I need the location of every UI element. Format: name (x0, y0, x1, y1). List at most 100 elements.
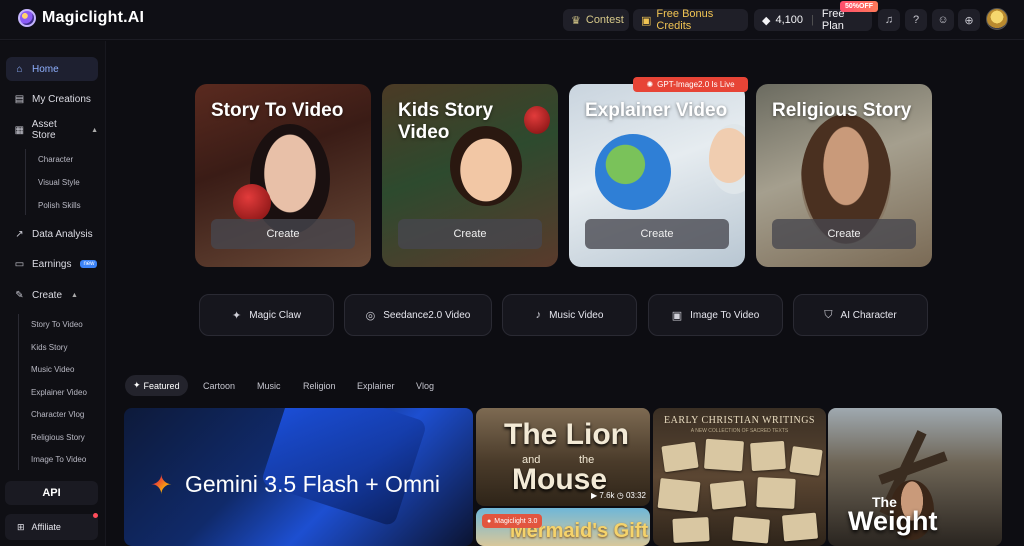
gpt-tag-label: GPT-Image2.0 Is Live (657, 80, 735, 89)
contest-label: Contest (585, 14, 624, 26)
hero-card-explainer-video[interactable]: Explainer Video Create (569, 84, 745, 267)
store-icon: ▦ (14, 124, 25, 136)
chart-icon: ↗ (15, 228, 24, 240)
sidebar-item-data-analysis[interactable]: ↗ Data Analysis (6, 222, 98, 246)
scroll-illustration (750, 440, 786, 472)
tool-label: Seedance2.0 Video (383, 309, 471, 321)
tool-label: Music Video (549, 309, 604, 321)
gallery-tile-lion-mouse[interactable]: The Lion and the Mouse ▶ 7.6k ◷ 03:32 (476, 408, 650, 506)
hero-card-religious-story[interactable]: Religious Story Create (756, 84, 932, 267)
scroll-illustration (657, 477, 701, 513)
sidebar-sub-explainer-video[interactable]: Explainer Video (31, 388, 87, 397)
music-icon: ♪ (535, 309, 542, 321)
sidebar-item-home[interactable]: ⌂ Home (6, 57, 98, 81)
tab-cartoon[interactable]: Cartoon (203, 375, 235, 396)
credits-value: 4,100 (775, 14, 803, 26)
lion-title: The Lion (504, 418, 629, 451)
tab-vlog[interactable]: Vlog (416, 375, 434, 396)
discord-icon[interactable]: ☺ (932, 9, 954, 31)
gift-icon: ▣ (641, 14, 652, 27)
chevron-up-icon: ▲ (71, 291, 78, 299)
model-tag-label: Magiclight 3.0 (494, 517, 538, 525)
tool-image-to-video[interactable]: ▣ Image To Video (648, 294, 783, 336)
gallery-tile-weight[interactable]: The Weight (828, 408, 1002, 546)
create-button[interactable]: Create (398, 219, 542, 249)
gift-icon: ⊞ (17, 521, 25, 532)
affiliate-label: Affiliate (31, 522, 61, 532)
chevron-up-icon: ▲ (91, 126, 98, 134)
weight-title: Weight (848, 506, 938, 536)
duration: 03:32 (625, 491, 646, 500)
sidebar-sub-character[interactable]: Character (38, 155, 73, 164)
sidebar-sub-story-to-video[interactable]: Story To Video (31, 320, 83, 329)
tab-explainer[interactable]: Explainer (357, 375, 395, 396)
gpt-image-tag[interactable]: ✺ GPT-Image2.0 Is Live (633, 77, 748, 92)
views-count: 7.6k (599, 491, 615, 500)
sparkle-icon: ✦ (133, 380, 141, 390)
tool-music-video[interactable]: ♪ Music Video (502, 294, 637, 336)
create-button[interactable]: Create (211, 219, 355, 249)
scientist-illustration (709, 124, 745, 194)
play-icon: ▶ (591, 491, 598, 500)
contest-button[interactable]: ♛ Contest (563, 9, 629, 31)
sidebar-sub-character-vlog[interactable]: Character Vlog (31, 410, 84, 419)
card-title: Kids Story Video (398, 100, 494, 143)
sidebar-sub-polish-skills[interactable]: Polish Skills (38, 201, 81, 210)
tool-label: Image To Video (690, 309, 760, 321)
hero-card-kids-story[interactable]: Kids Story Video Create (382, 84, 558, 267)
free-bonus-credits-button[interactable]: ▣ Free Bonus Credits (633, 8, 748, 32)
card-title: Religious Story (772, 100, 912, 121)
film-icon: ◎ (365, 309, 376, 322)
gallery-tile-christian-writings[interactable]: EARLY CHRISTIAN WRITINGS A NEW COLLECTIO… (653, 408, 826, 546)
tab-religion[interactable]: Religion (303, 375, 336, 396)
tool-label: AI Character (840, 309, 897, 321)
sidebar-sub-religious-story[interactable]: Religious Story (31, 433, 85, 442)
user-avatar[interactable] (986, 8, 1008, 30)
tool-ai-character[interactable]: ⛉ AI Character (793, 294, 928, 336)
gallery-tile-mermaid[interactable]: Mermaid's Gift ● Magiclight 3.0 (476, 508, 650, 546)
globe-icon[interactable]: ⊕ (958, 9, 980, 31)
affiliate-button[interactable]: ⊞ Affiliate (5, 514, 98, 540)
gallery-tile-gemini[interactable]: ✦ Gemini 3.5 Flash + Omni (124, 408, 473, 546)
sidebar-sub-kids-story[interactable]: Kids Story (31, 343, 67, 352)
api-button[interactable]: API (5, 481, 98, 505)
credits-plan-button[interactable]: ◆ 4,100 | Free Plan (754, 8, 872, 32)
model-tag: ● Magiclight 3.0 (482, 514, 543, 528)
scroll-illustration (672, 517, 710, 543)
tab-featured[interactable]: ✦ Featured (125, 375, 188, 396)
wallet-icon: ▭ (14, 258, 25, 270)
sidebar-sub-music-video[interactable]: Music Video (31, 365, 74, 374)
scroll-illustration (789, 446, 823, 476)
tool-magic-claw[interactable]: ✦ Magic Claw (199, 294, 334, 336)
sidebar-sub-image-to-video[interactable]: Image To Video (31, 455, 86, 464)
sidebar-item-my-creations[interactable]: ▤ My Creations (6, 87, 98, 111)
tab-music[interactable]: Music (257, 375, 281, 396)
asset-sub-line (25, 149, 26, 215)
scroll-illustration (756, 477, 796, 509)
tool-label: Magic Claw (249, 309, 301, 321)
app-logo[interactable]: Magiclight.AI (18, 9, 144, 27)
sidebar-item-earnings[interactable]: ▭ Earnings new (6, 252, 98, 276)
bell-icon[interactable]: ♫ (878, 9, 900, 31)
tab-label: Featured (143, 380, 180, 391)
scroll-illustration (732, 516, 770, 544)
create-button[interactable]: Create (772, 219, 916, 249)
video-stats: ▶ 7.6k ◷ 03:32 (591, 491, 646, 500)
hero-card-story-to-video[interactable]: Story To Video Create (195, 84, 371, 267)
claw-icon: ✦ (232, 309, 242, 322)
sidebar-item-create[interactable]: ✎ Create ▲ (6, 283, 98, 307)
folder-icon: ▤ (14, 93, 25, 105)
tool-seedance[interactable]: ◎ Seedance2.0 Video (344, 294, 492, 336)
sidebar-item-label: Create (32, 289, 63, 301)
help-icon[interactable]: ? (905, 9, 927, 31)
sidebar-sub-visual-style[interactable]: Visual Style (38, 178, 80, 187)
sidebar-item-asset-store[interactable]: ▦ Asset Store ▲ (6, 118, 98, 142)
duration-icon: ◷ (616, 491, 624, 500)
sidebar-item-label: Data Analysis (32, 228, 93, 240)
globe-illustration (595, 134, 671, 210)
create-button[interactable]: Create (585, 219, 729, 249)
scroll-illustration (709, 480, 747, 510)
scroll-illustration (781, 512, 819, 542)
diamond-icon: ◆ (762, 14, 771, 27)
writings-title: EARLY CHRISTIAN WRITINGS (664, 415, 815, 426)
